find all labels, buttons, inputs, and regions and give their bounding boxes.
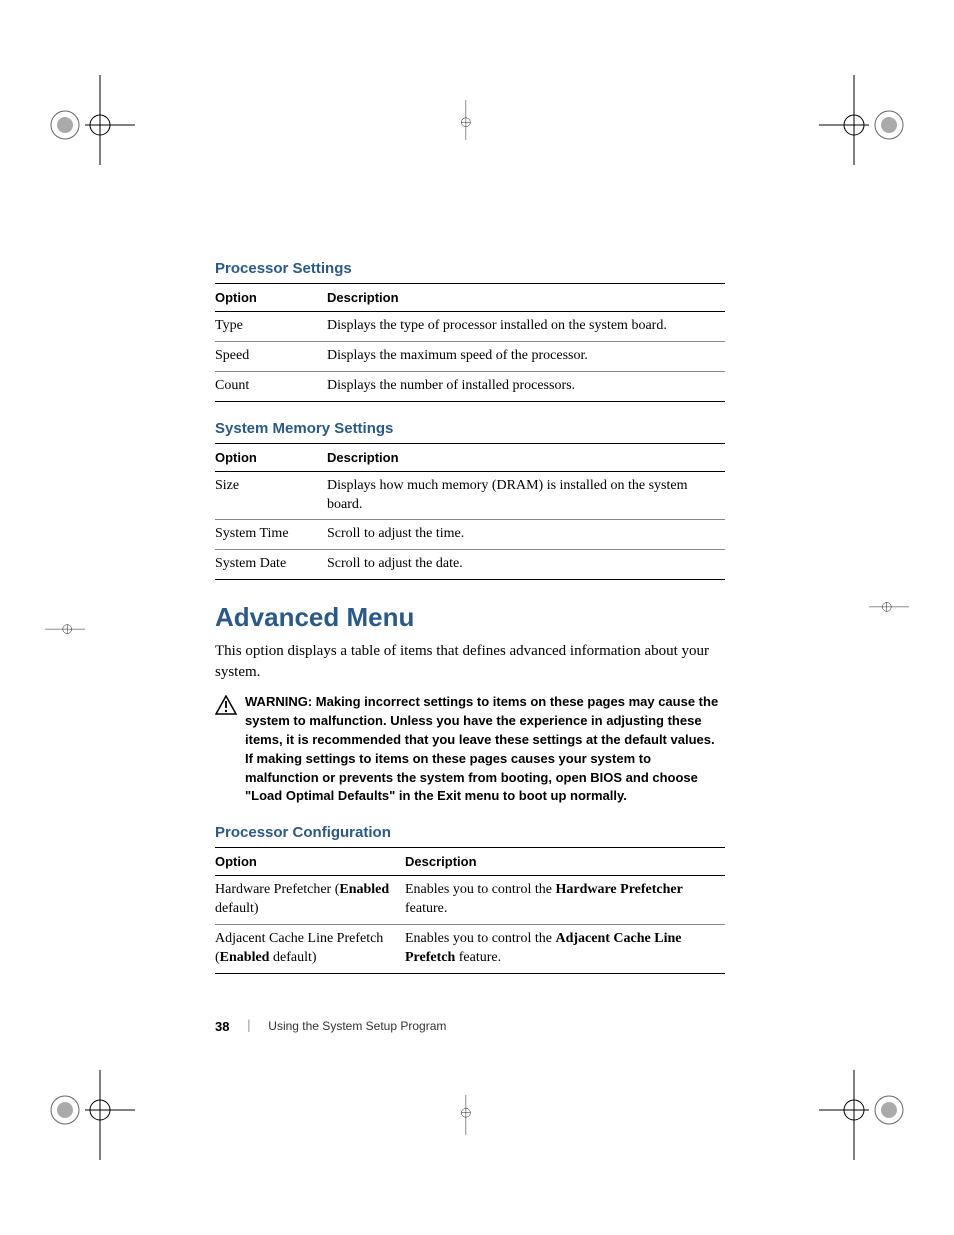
table-header-option: Option (215, 443, 327, 471)
page-number: 38 (215, 1019, 229, 1034)
cell-description: Displays the maximum speed of the proces… (327, 341, 725, 371)
cropmark-icon (20, 598, 110, 638)
table-processor-configuration: Option Description Hardware Prefetcher (… (215, 847, 725, 974)
cropmark-icon (844, 598, 934, 638)
cell-description: Displays how much memory (DRAM) is insta… (327, 471, 725, 520)
cell-desc-post: feature. (405, 901, 447, 916)
page-footer: 38 | Using the System Setup Program (215, 1018, 446, 1034)
cell-description: Displays the number of installed process… (327, 371, 725, 401)
cell-option-bold: Enabled (339, 882, 389, 897)
cell-option-bold: Enabled (220, 950, 270, 965)
table-header-description: Description (327, 284, 725, 312)
table-processor-settings: Option Description Type Displays the typ… (215, 283, 725, 402)
table-row: Hardware Prefetcher (Enabled default) En… (215, 876, 725, 925)
cell-description: Scroll to adjust the date. (327, 550, 725, 580)
warning-block: WARNING: Making incorrect settings to it… (215, 693, 725, 806)
table-row: Count Displays the number of installed p… (215, 371, 725, 401)
warning-text: WARNING: Making incorrect settings to it… (245, 693, 725, 806)
table-header-description: Description (405, 848, 725, 876)
cropmark-icon (457, 75, 497, 165)
footer-divider: | (247, 1018, 250, 1034)
cropmark-icon (45, 75, 135, 165)
cropmark-icon (457, 1070, 497, 1160)
advanced-intro: This option displays a table of items th… (215, 641, 725, 683)
cell-option: Count (215, 371, 327, 401)
table-row: Adjacent Cache Line Prefetch (Enabled de… (215, 925, 725, 974)
cell-desc-post: feature. (455, 950, 501, 965)
page-content: Processor Settings Option Description Ty… (215, 260, 725, 992)
cell-option-post: default) (269, 950, 316, 965)
cropmark-icon (45, 1070, 135, 1160)
cell-option: Hardware Prefetcher (Enabled default) (215, 876, 405, 925)
cell-option: Speed (215, 341, 327, 371)
table-header-description: Description (327, 443, 725, 471)
table-row: Size Displays how much memory (DRAM) is … (215, 471, 725, 520)
cell-option: Type (215, 312, 327, 342)
cell-option: Size (215, 471, 327, 520)
heading-processor-settings: Processor Settings (215, 260, 725, 277)
cropmark-icon (819, 75, 909, 165)
cell-desc-bold: Hardware Prefetcher (555, 882, 682, 897)
warning-icon (215, 695, 237, 720)
warning-label: WARNING: (245, 694, 316, 709)
cell-desc-pre: Enables you to control the (405, 882, 555, 897)
table-header-option: Option (215, 848, 405, 876)
table-row: Type Displays the type of processor inst… (215, 312, 725, 342)
cell-option-post: default) (215, 901, 259, 916)
cell-option-pre: Hardware Prefetcher ( (215, 882, 339, 897)
chapter-title: Using the System Setup Program (268, 1019, 446, 1033)
table-system-memory-settings: Option Description Size Displays how muc… (215, 443, 725, 581)
heading-processor-configuration: Processor Configuration (215, 824, 725, 841)
cell-description: Scroll to adjust the time. (327, 520, 725, 550)
table-row: Speed Displays the maximum speed of the … (215, 341, 725, 371)
cell-option: Adjacent Cache Line Prefetch (Enabled de… (215, 925, 405, 974)
cell-description: Displays the type of processor installed… (327, 312, 725, 342)
table-header-option: Option (215, 284, 327, 312)
cell-description: Enables you to control the Hardware Pref… (405, 876, 725, 925)
heading-system-memory-settings: System Memory Settings (215, 420, 725, 437)
cell-desc-pre: Enables you to control the (405, 931, 555, 946)
cropmark-icon (819, 1070, 909, 1160)
heading-advanced-menu: Advanced Menu (215, 602, 725, 633)
table-row: System Time Scroll to adjust the time. (215, 520, 725, 550)
table-row: System Date Scroll to adjust the date. (215, 550, 725, 580)
cell-option: System Time (215, 520, 327, 550)
cell-description: Enables you to control the Adjacent Cach… (405, 925, 725, 974)
cell-option: System Date (215, 550, 327, 580)
warning-body: Making incorrect settings to items on th… (245, 694, 718, 803)
